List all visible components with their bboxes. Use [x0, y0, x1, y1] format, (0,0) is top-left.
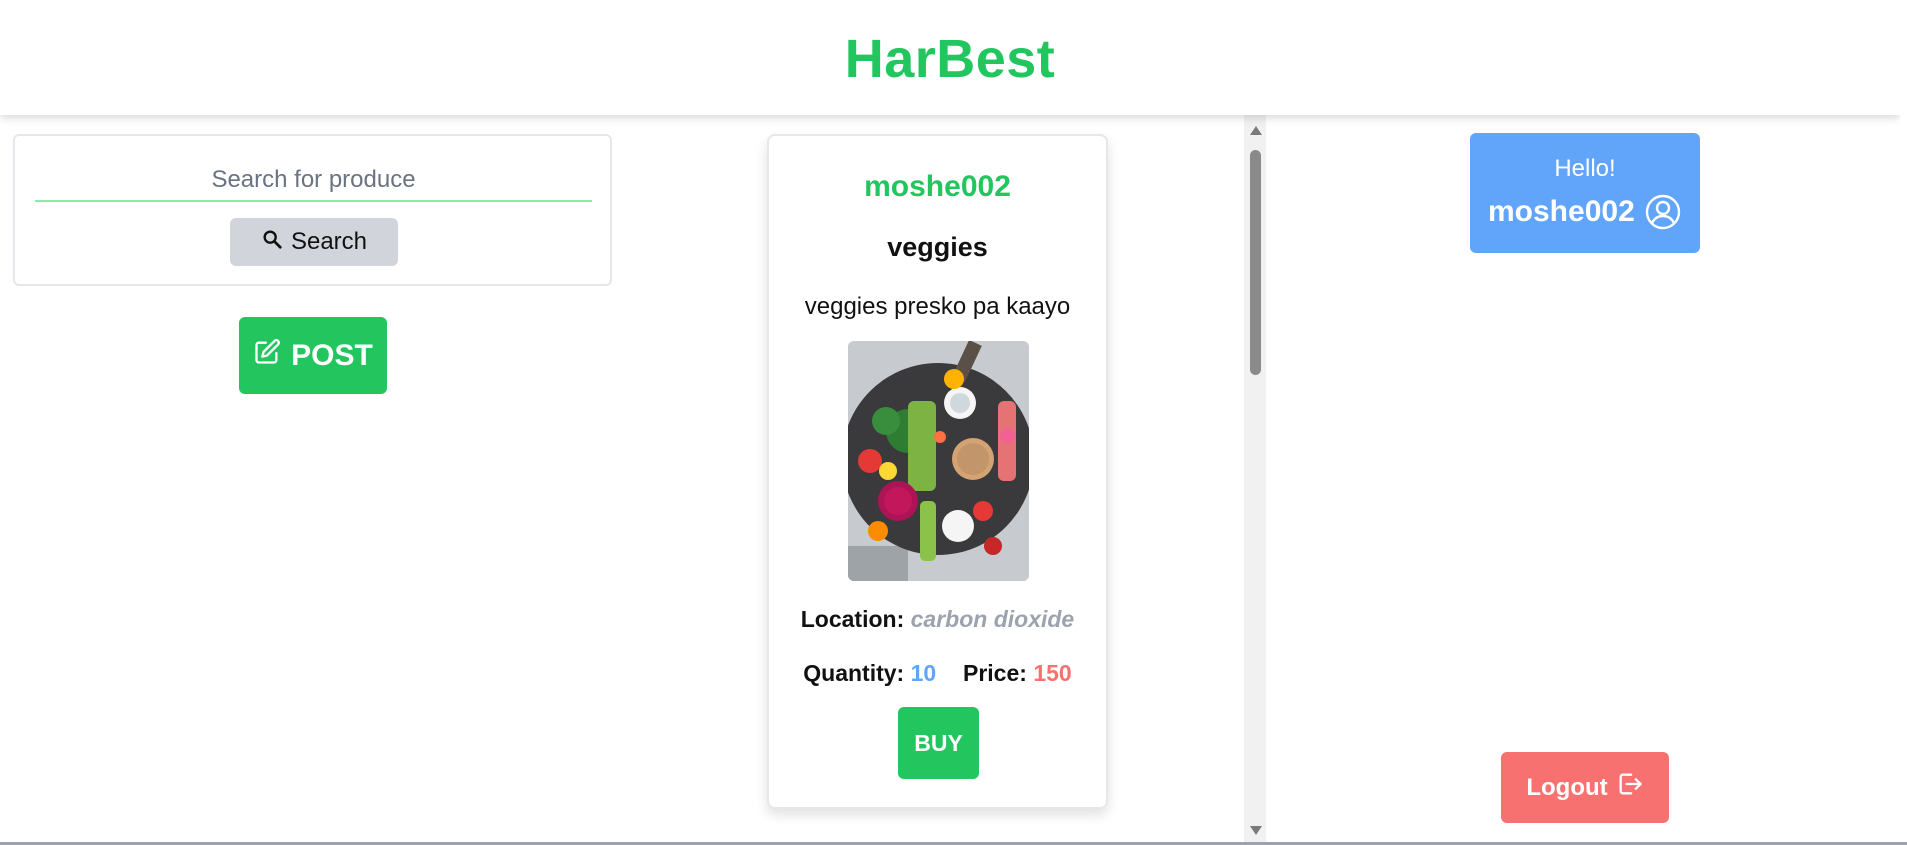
card-quantity-price: Quantity: 10 Price: 150: [769, 660, 1106, 687]
window-edge-right: [1900, 0, 1907, 845]
logout-button[interactable]: Logout: [1501, 752, 1669, 823]
user-greeting-panel[interactable]: Hello! moshe002: [1470, 133, 1700, 253]
price-label: Price:: [963, 660, 1027, 686]
scroll-down-arrow-icon[interactable]: [1250, 826, 1262, 835]
buy-button[interactable]: BUY: [898, 707, 979, 779]
product-card: moshe002 veggies veggies presko pa kaayo: [767, 134, 1108, 809]
location-label: Location:: [800, 606, 905, 632]
user-circle-icon: [1644, 193, 1682, 231]
card-description: veggies presko pa kaayo: [804, 293, 1071, 320]
search-input[interactable]: [35, 160, 592, 202]
current-username: moshe002: [1488, 195, 1635, 228]
post-button[interactable]: POST: [239, 317, 387, 394]
quantity-label: Quantity:: [803, 660, 905, 686]
search-icon: [261, 228, 283, 257]
search-button[interactable]: Search: [230, 218, 398, 266]
post-button-label: POST: [291, 338, 373, 372]
search-button-label: Search: [290, 228, 368, 255]
logout-label: Logout: [1526, 773, 1608, 801]
feed-scrollbar[interactable]: [1244, 115, 1266, 845]
top-header: HarBest: [0, 0, 1900, 115]
location-value: carbon dioxide: [910, 606, 1075, 632]
quantity-value: 10: [910, 660, 937, 686]
card-title: veggies: [887, 232, 988, 262]
card-username[interactable]: moshe002: [769, 170, 1106, 204]
logout-icon: [1616, 770, 1644, 805]
greeting-text: Hello!: [1554, 155, 1616, 182]
price-value: 150: [1033, 660, 1072, 686]
search-panel: Search: [13, 134, 612, 286]
scroll-up-arrow-icon[interactable]: [1250, 126, 1262, 135]
card-location: Location: carbon dioxide: [769, 606, 1106, 633]
app-root: HarBest Search POST moshe002 veggies veg…: [0, 0, 1907, 845]
product-image: [848, 341, 1029, 581]
brand-title: HarBest: [844, 28, 1056, 89]
scroll-thumb[interactable]: [1250, 150, 1261, 375]
edit-icon: [253, 338, 281, 374]
